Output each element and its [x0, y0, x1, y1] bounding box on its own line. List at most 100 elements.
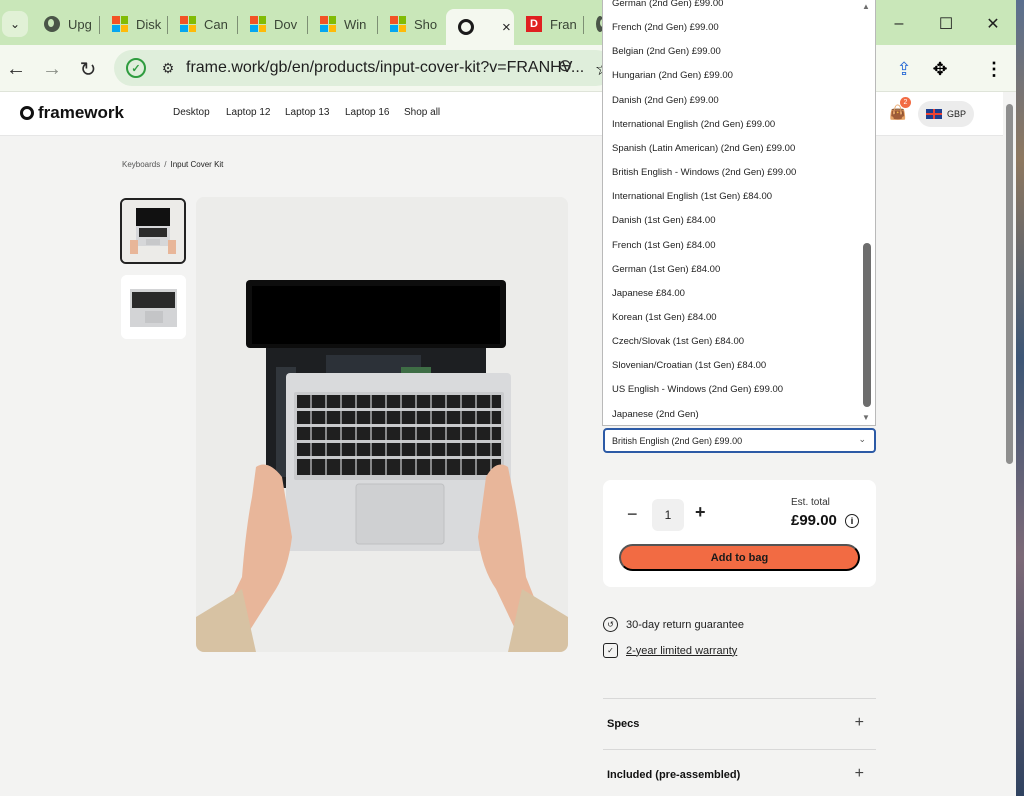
nav-laptop-13[interactable]: Laptop 13 — [285, 107, 330, 118]
tab-search-button[interactable]: ⌄ — [2, 11, 28, 37]
microsoft-icon — [390, 16, 406, 32]
microsoft-icon — [180, 16, 196, 32]
warranty-link[interactable]: 2-year limited warranty — [626, 645, 737, 657]
dropdown-option[interactable]: International English (2nd Gen) £99.00 — [612, 119, 775, 130]
plus-icon: + — [854, 765, 864, 782]
nav-shop-all[interactable]: Shop all — [404, 107, 440, 118]
dropdown-option[interactable]: Japanese £84.00 — [612, 288, 685, 299]
scroll-up-icon[interactable]: ▲ — [862, 2, 870, 11]
dropdown-option[interactable]: Belgian (2nd Gen) £99.00 — [612, 46, 721, 57]
dropdown-option[interactable]: French (2nd Gen) £99.00 — [612, 22, 719, 33]
purchase-card: − 1 + Est. total £99.00 i Add to bag — [603, 480, 876, 587]
dropdown-option[interactable]: Czech/Slovak (1st Gen) £84.00 — [612, 336, 744, 347]
keyboard-variant-select[interactable]: British English (2nd Gen) £99.00 ⌄ — [603, 428, 876, 453]
page-scrollbar[interactable] — [1003, 92, 1016, 796]
currency-selector[interactable]: GBP — [918, 101, 974, 127]
return-guarantee-text: 30-day return guarantee — [626, 618, 745, 631]
decrease-quantity-button[interactable]: − — [627, 504, 638, 525]
close-tab-icon[interactable]: × — [502, 19, 511, 36]
share-icon[interactable]: ⇪ — [889, 54, 919, 84]
brand-name: framework — [38, 103, 124, 122]
laptop-thumbnail-image — [122, 200, 184, 262]
breadcrumb-current: Input Cover Kit — [170, 160, 224, 169]
tab-fran[interactable]: D Fran — [514, 9, 584, 39]
forward-button[interactable]: → — [37, 54, 67, 84]
tab-label: Fran — [550, 16, 577, 32]
specs-accordion[interactable]: Specs + — [603, 698, 876, 749]
included-title: Included (pre-assembled) — [607, 769, 741, 781]
shield-check-icon[interactable]: ✓ — [126, 58, 146, 78]
tab-can[interactable]: Can — [168, 9, 238, 39]
dropdown-option[interactable]: German (2nd Gen) £99.00 — [612, 0, 723, 9]
est-total-price: £99.00 — [791, 512, 837, 529]
currency-label: GBP — [947, 109, 967, 119]
close-window-button[interactable]: ✕ — [971, 10, 1015, 38]
dropdown-option[interactable]: Korean (1st Gen) £84.00 — [612, 312, 717, 323]
tab-label: Upg — [68, 16, 92, 32]
shield-check-icon: ✓ — [603, 643, 618, 658]
site-settings-icon[interactable]: ⚙ — [158, 58, 178, 78]
tab-label: Dov — [274, 16, 298, 32]
tab-partial[interactable] — [584, 9, 606, 39]
tab-disk[interactable]: Disk — [100, 9, 168, 39]
variant-dropdown-list[interactable]: German (2nd Gen) £99.00 French (2nd Gen) … — [602, 0, 876, 426]
minimize-button[interactable]: – — [877, 10, 921, 38]
product-main-image[interactable] — [196, 197, 568, 652]
url-text[interactable]: frame.work/gb/en/products/input-cover-ki… — [186, 59, 584, 77]
breadcrumb: Keyboards / Input Cover Kit — [122, 160, 223, 169]
dropdown-scroll-thumb[interactable] — [863, 243, 871, 407]
tab-label: Can — [204, 16, 228, 32]
breadcrumb-keyboards[interactable]: Keyboards — [122, 160, 160, 169]
included-accordion[interactable]: Included (pre-assembled) + — [603, 749, 876, 796]
dropdown-option[interactable]: Danish (1st Gen) £84.00 — [612, 215, 716, 226]
extensions-puzzle-icon[interactable]: ✥ — [925, 54, 955, 84]
keyboard-thumbnail-image — [121, 275, 186, 339]
globe-icon — [44, 16, 60, 32]
dropdown-option[interactable]: Spanish (Latin American) (2nd Gen) £99.0… — [612, 143, 795, 154]
tab-framework-active[interactable]: × — [446, 9, 514, 45]
dropdown-option[interactable]: Japanese (2nd Gen) — [612, 409, 699, 420]
add-to-bag-button[interactable]: Add to bag — [619, 544, 860, 571]
back-button[interactable]: ← — [1, 54, 31, 84]
nav-laptop-12[interactable]: Laptop 12 — [226, 107, 271, 118]
reload-button[interactable]: ↻ — [73, 54, 103, 84]
dropdown-option[interactable]: International English (1st Gen) £84.00 — [612, 191, 772, 202]
tab-label: Sho — [414, 16, 438, 32]
nav-desktop[interactable]: Desktop — [173, 107, 210, 118]
d-icon: D — [526, 16, 542, 32]
tab-win[interactable]: Win — [308, 9, 378, 39]
tab-sho[interactable]: Sho — [378, 9, 446, 39]
increase-quantity-button[interactable]: + — [695, 502, 706, 523]
est-total-label: Est. total — [791, 497, 830, 508]
uk-flag-icon — [926, 109, 942, 119]
framework-icon — [458, 19, 474, 35]
dropdown-scrollbar[interactable]: ▲ ▼ — [859, 0, 875, 425]
nav-laptop-16[interactable]: Laptop 16 — [345, 107, 390, 118]
zoom-icon[interactable]: ⊖ — [558, 56, 582, 80]
info-icon[interactable]: i — [845, 514, 859, 528]
dropdown-option[interactable]: British English - Windows (2nd Gen) £99.… — [612, 167, 796, 178]
address-bar[interactable]: ✓ ⚙ frame.work/gb/en/products/input-cove… — [114, 50, 614, 86]
framework-logo[interactable]: framework — [20, 103, 124, 123]
dropdown-option[interactable]: Danish (2nd Gen) £99.00 — [612, 95, 719, 106]
specs-title: Specs — [607, 718, 640, 730]
dropdown-option[interactable]: Slovenian/Croatian (1st Gen) £84.00 — [612, 360, 766, 371]
warranty: ✓ 2-year limited warranty — [603, 643, 737, 658]
tab-dov[interactable]: Dov — [238, 9, 308, 39]
thumbnail-laptop-hands[interactable] — [120, 198, 186, 264]
framework-gear-icon — [20, 106, 34, 120]
microsoft-icon — [112, 16, 128, 32]
scroll-down-icon[interactable]: ▼ — [862, 413, 870, 422]
dropdown-option[interactable]: Hungarian (2nd Gen) £99.00 — [612, 70, 733, 81]
quantity-input[interactable]: 1 — [652, 499, 684, 531]
desktop-background — [1016, 0, 1024, 796]
cart-count-badge: 2 — [900, 97, 911, 108]
maximize-button[interactable]: ☐ — [924, 10, 968, 38]
thumbnail-keyboard[interactable] — [121, 275, 186, 339]
tab-upg[interactable]: Upg — [32, 9, 100, 39]
dropdown-option[interactable]: German (1st Gen) £84.00 — [612, 264, 720, 275]
browser-menu-icon[interactable]: ⋮ — [979, 54, 1009, 84]
dropdown-option[interactable]: US English - Windows (2nd Gen) £99.00 — [612, 384, 783, 395]
dropdown-option[interactable]: French (1st Gen) £84.00 — [612, 240, 716, 251]
page-scroll-thumb[interactable] — [1006, 104, 1013, 464]
